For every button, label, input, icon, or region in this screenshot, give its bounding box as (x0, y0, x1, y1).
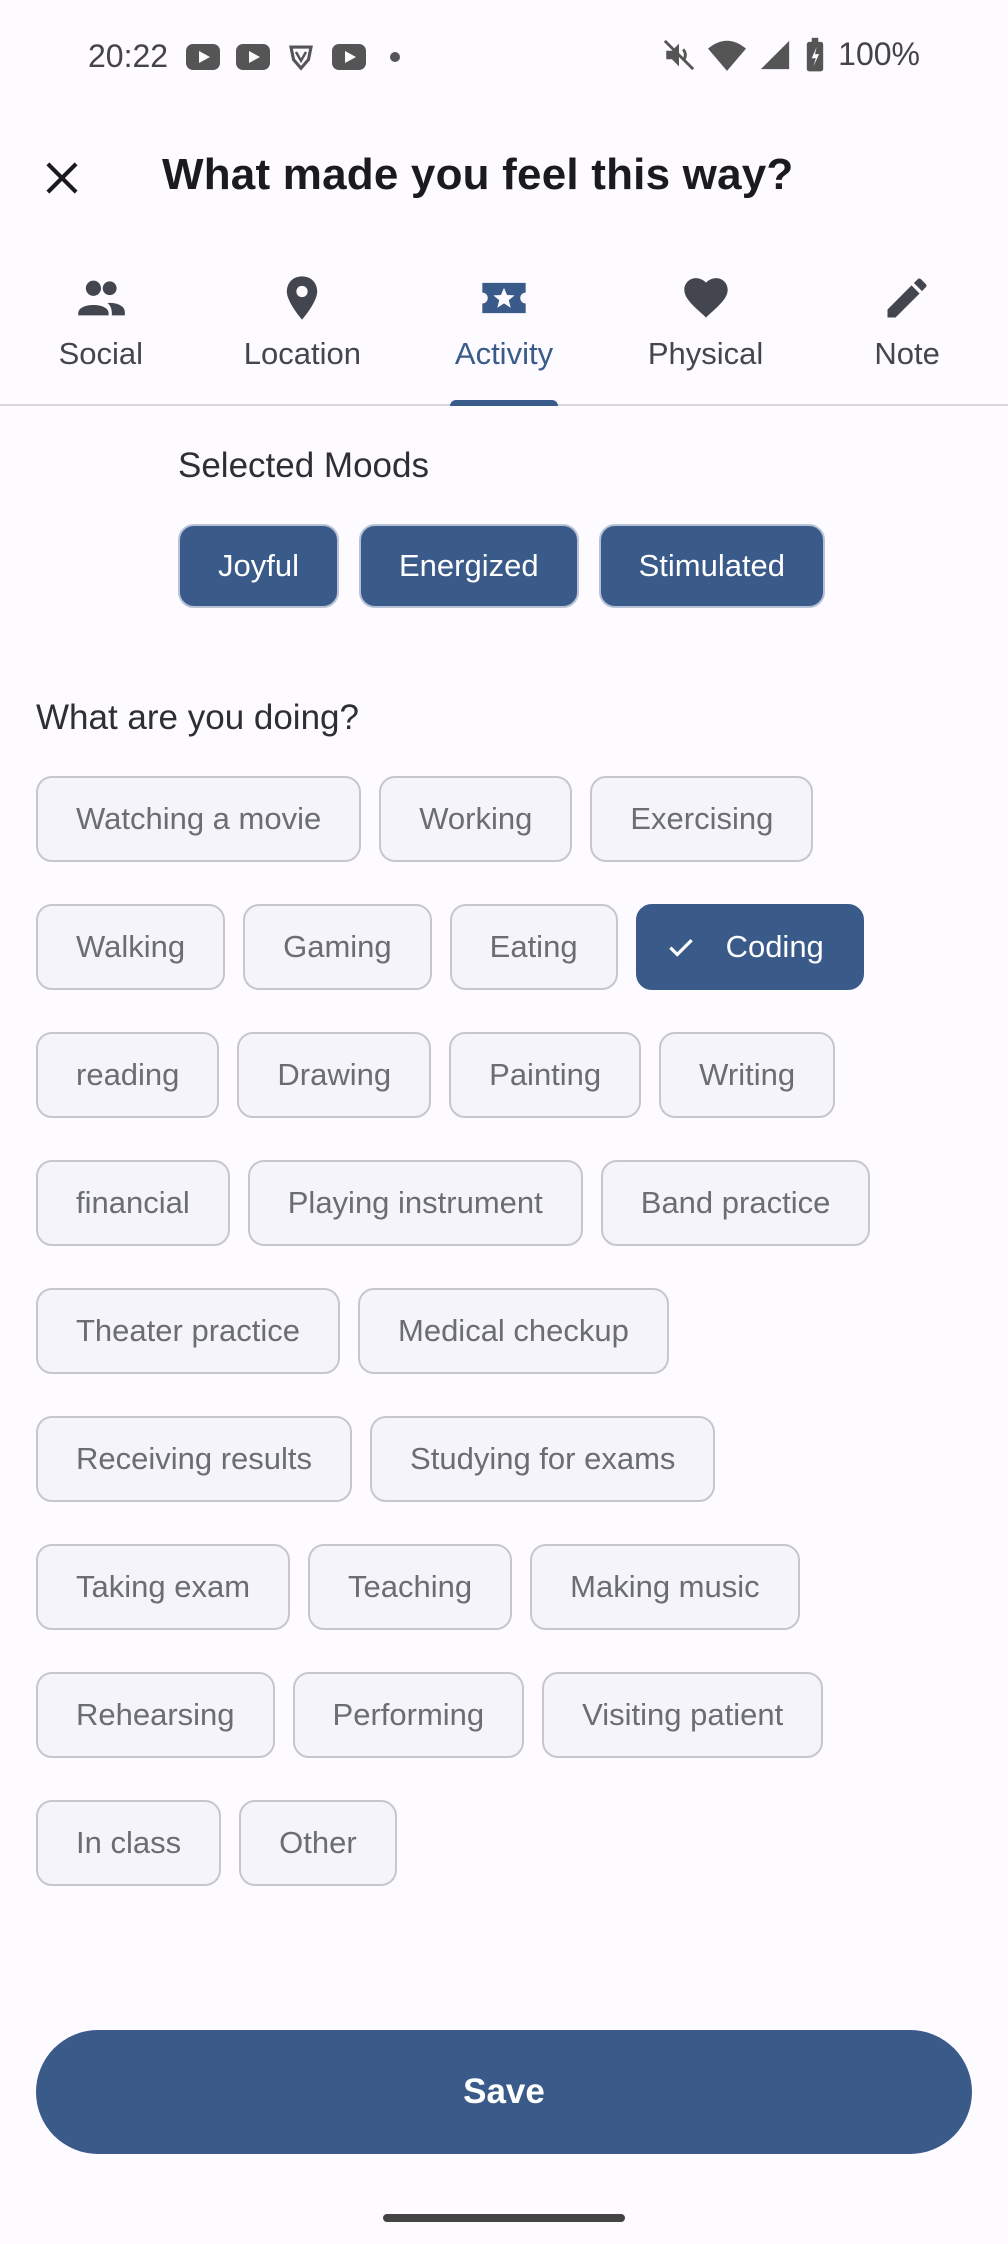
status-bar: 20:22 100% (0, 0, 1008, 114)
page-title: What made you feel this way? (162, 150, 794, 199)
selected-moods-row: Joyful Energized Stimulated (178, 524, 826, 608)
activity-chip[interactable]: Other (239, 1800, 397, 1886)
youtube-icon (236, 44, 270, 70)
activity-chip[interactable]: Making music (530, 1544, 800, 1630)
pencil-icon (879, 270, 935, 326)
tab-social[interactable]: Social (0, 262, 202, 404)
mute-icon (663, 39, 695, 70)
system-icons: 100% (662, 36, 920, 73)
save-button[interactable]: Save (36, 2030, 972, 2154)
tab-bar: Social Location Activity Physical Note (0, 262, 1008, 406)
close-icon (46, 162, 78, 194)
activity-chip[interactable]: Drawing (237, 1032, 432, 1118)
activity-chip[interactable]: financial (36, 1160, 230, 1246)
activity-chip[interactable]: Theater practice (36, 1288, 340, 1374)
home-indicator[interactable] (383, 2214, 625, 2222)
tab-label: Physical (647, 336, 764, 371)
people-icon (73, 270, 129, 326)
activity-chip[interactable]: reading (36, 1032, 220, 1118)
activity-chip[interactable]: Playing instrument (247, 1160, 583, 1246)
mood-chip-energized[interactable]: Energized (358, 524, 579, 608)
dot-icon (390, 52, 400, 62)
youtube-icon (332, 44, 366, 70)
activity-chip[interactable]: Writing (659, 1032, 836, 1118)
activity-chip-label: Coding (725, 929, 824, 964)
selected-moods-title: Selected Moods (178, 446, 429, 485)
activity-chip[interactable]: Teaching (308, 1544, 513, 1630)
activity-chip[interactable]: Painting (449, 1032, 642, 1118)
activity-chip[interactable]: Rehearsing (36, 1672, 275, 1758)
activity-chip[interactable]: Gaming (243, 904, 432, 990)
mood-chip-joyful[interactable]: Joyful (178, 524, 339, 608)
activity-chip[interactable]: Working (379, 776, 573, 862)
ticket-star-icon (476, 270, 532, 326)
youtube-icon (186, 44, 220, 70)
tab-note[interactable]: Note (806, 262, 1008, 404)
status-time: 20:22 (88, 38, 169, 74)
notification-icons (186, 42, 400, 72)
wifi-icon (708, 40, 747, 71)
chip-row: Watching a movie Working Exercising (36, 776, 986, 862)
battery-icon (806, 37, 824, 71)
signal-icon (760, 40, 790, 69)
chip-row: Rehearsing Performing Visiting patient (36, 1672, 986, 1758)
check-icon (666, 932, 696, 962)
chip-row: In class Other (36, 1800, 986, 1886)
activities-title: What are you doing? (36, 698, 359, 737)
tab-label: Location (243, 336, 361, 371)
chip-row: Receiving results Studying for exams (36, 1416, 986, 1502)
chip-row: Taking exam Teaching Making music (36, 1544, 986, 1630)
tab-physical[interactable]: Physical (605, 262, 807, 404)
battery-percent: 100% (838, 36, 920, 72)
mood-chip-stimulated[interactable]: Stimulated (598, 524, 826, 608)
activity-chip[interactable]: Medical checkup (358, 1288, 669, 1374)
activity-chip[interactable]: Receiving results (36, 1416, 353, 1502)
activity-chip[interactable]: Studying for exams (370, 1416, 716, 1502)
activity-chip[interactable]: Exercising (590, 776, 814, 862)
tab-label: Note (874, 336, 940, 371)
activity-chip-group: Watching a movie Working Exercising Walk… (36, 776, 986, 1928)
location-pin-icon (274, 270, 330, 326)
activity-chip[interactable]: Performing (292, 1672, 525, 1758)
tab-label: Social (58, 336, 144, 371)
activity-chip[interactable]: Taking exam (36, 1544, 291, 1630)
close-button[interactable] (34, 150, 90, 206)
chip-row: financial Playing instrument Band practi… (36, 1160, 986, 1246)
activity-chip[interactable]: Eating (449, 904, 618, 990)
app-bar: What made you feel this way? (0, 130, 1008, 226)
tab-location[interactable]: Location (202, 262, 404, 404)
chip-row: Walking Gaming Eating Coding (36, 904, 986, 990)
activity-chip[interactable]: Visiting patient (542, 1672, 824, 1758)
tab-activity[interactable]: Activity (403, 262, 605, 406)
activity-chip[interactable]: In class (36, 1800, 222, 1886)
active-tab-indicator (449, 400, 558, 406)
activity-chip[interactable]: Walking (36, 904, 226, 990)
activity-chip[interactable]: Band practice (600, 1160, 871, 1246)
activity-chip-selected[interactable]: Coding (635, 904, 864, 990)
activity-chip[interactable]: Watching a movie (36, 776, 362, 862)
tab-label: Activity (454, 336, 554, 371)
shield-icon (289, 45, 313, 71)
chip-row: reading Drawing Painting Writing (36, 1032, 986, 1118)
chip-row: Theater practice Medical checkup (36, 1288, 986, 1374)
heart-icon (678, 270, 734, 326)
